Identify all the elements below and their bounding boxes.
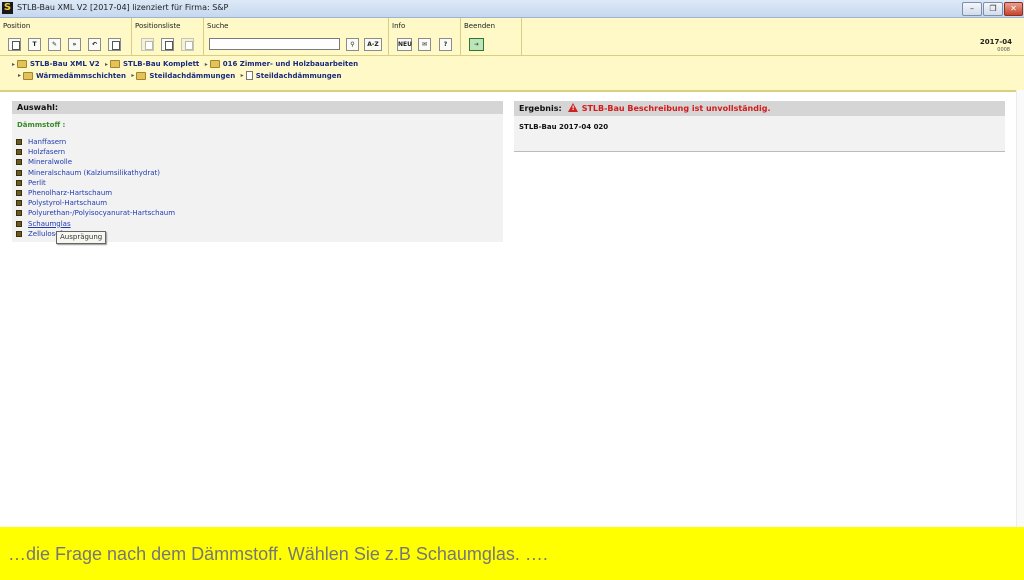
bullet-icon	[16, 159, 22, 166]
search-input[interactable]	[209, 38, 340, 50]
breadcrumb-item[interactable]: 016 Zimmer- und Holzbauarbeiten	[223, 60, 358, 68]
text-icon[interactable]: T	[28, 38, 41, 51]
caption-bar: …die Frage nach dem Dämmstoff. Wählen Si…	[0, 527, 1024, 580]
auswahl-header: Auswahl:	[12, 101, 503, 114]
ergebnis-label: Ergebnis:	[519, 104, 562, 113]
window-title: STLB-Bau XML V2 [2017-04] lizenziert für…	[17, 3, 229, 12]
bullet-icon	[16, 169, 22, 176]
list-item[interactable]: Holzfasern	[16, 147, 175, 157]
warning-icon: !	[567, 103, 578, 112]
info-group: Info NEU ✉ ?	[389, 18, 461, 55]
restore-button[interactable]: ❐	[983, 2, 1003, 16]
list-item[interactable]: Hanffasern	[16, 137, 175, 147]
ergebnis-panel: Ergebnis:! STLB-Bau Beschreibung ist unvo…	[514, 101, 1005, 152]
chevron-right-icon: ▸	[204, 60, 208, 68]
chevron-right-icon: ▸	[105, 60, 109, 68]
exit-icon[interactable]: ➜	[469, 38, 484, 51]
neu-button[interactable]: NEU	[397, 38, 412, 51]
bullet-icon	[16, 200, 22, 207]
toolbar: Position T ✎ » ↶ Positionsliste Suche ⚲ …	[0, 18, 1024, 56]
list-view-icon[interactable]	[161, 38, 174, 51]
title-bar: S STLB-Bau XML V2 [2017-04] lizenziert f…	[0, 0, 1024, 18]
bullet-icon	[16, 179, 22, 186]
az-button[interactable]: A-Z	[364, 38, 382, 51]
breadcrumb-row-2: ▸ Wärmedämmschichten ▸ Steildachdämmungen …	[18, 71, 342, 80]
new-document-icon[interactable]	[8, 38, 21, 51]
list-item[interactable]: Mineralwolle	[16, 157, 175, 167]
folder-icon	[110, 60, 121, 68]
chevron-right-icon: ▸	[18, 72, 22, 79]
warning-text: STLB-Bau Beschreibung ist unvollständig.	[581, 104, 771, 113]
list-item[interactable]: Perlit	[16, 178, 175, 188]
chevron-right-icon: ▸	[131, 72, 135, 79]
position-group: Position T ✎ » ↶	[0, 18, 132, 55]
position-group-label: Position	[3, 22, 31, 30]
tooltip: Ausprägung	[56, 231, 107, 244]
breadcrumb-item[interactable]: STLB-Bau XML V2	[30, 60, 100, 68]
beenden-group-label: Beenden	[464, 22, 496, 30]
help-icon[interactable]: ?	[439, 38, 452, 51]
copy-document-icon[interactable]	[108, 38, 121, 51]
version-sub-label: 0008	[997, 47, 1010, 53]
help-label: ?	[443, 41, 448, 48]
list-item[interactable]: Mineralschaum (Kalziumsilikathydrat)	[16, 168, 175, 178]
caption-text: …die Frage nach dem Dämmstoff. Wählen Si…	[8, 544, 548, 564]
app-icon: S	[2, 2, 13, 14]
minimize-button[interactable]: –	[962, 2, 982, 16]
az-label: A-Z	[367, 41, 379, 48]
ergebnis-value: STLB-Bau 2017-04 020	[519, 123, 609, 131]
list-item[interactable]: Polystyrol-Hartschaum	[16, 198, 175, 208]
breadcrumb: ▸ STLB-Bau XML V2 ▸ STLB-Bau Komplett ▸ 016…	[0, 56, 1024, 92]
section-title: Dämmstoff :	[17, 121, 66, 129]
list-add-icon[interactable]	[141, 38, 154, 51]
breadcrumb-item[interactable]: Steildachdämmungen	[149, 72, 235, 80]
undo-icon[interactable]: ↶	[88, 38, 101, 51]
breadcrumb-row-1: ▸ STLB-Bau XML V2 ▸ STLB-Bau Komplett ▸ 016…	[12, 60, 358, 68]
positionsliste-group: Positionsliste	[132, 18, 204, 55]
neu-label: NEU	[398, 41, 412, 48]
folder-icon	[17, 60, 28, 68]
forward-icon[interactable]: »	[68, 38, 81, 51]
positionsliste-group-label: Positionsliste	[135, 22, 181, 30]
scrollbar[interactable]	[1016, 90, 1024, 528]
suche-group-label: Suche	[207, 22, 229, 30]
list-item-schaumglas[interactable]: Schaumglas	[16, 219, 175, 229]
breadcrumb-item[interactable]: Wärmedämmschichten	[36, 72, 126, 80]
beenden-group: Beenden ➜	[461, 18, 522, 55]
mail-icon[interactable]: ✉	[418, 38, 431, 51]
bullet-icon	[16, 220, 22, 227]
bullet-icon	[16, 139, 22, 145]
folder-icon	[136, 71, 147, 80]
chevron-right-icon: ▸	[12, 60, 16, 68]
bullet-icon	[16, 189, 22, 196]
info-group-label: Info	[392, 22, 406, 30]
folder-icon	[23, 71, 34, 80]
close-button[interactable]: ✕	[1004, 2, 1023, 16]
chevron-right-icon: ▸	[240, 72, 244, 79]
binoculars-icon[interactable]: ⚲	[346, 38, 359, 51]
ergebnis-header: Ergebnis:! STLB-Bau Beschreibung ist unvo…	[514, 101, 1005, 116]
option-list: Hanffasern Holzfasern Mineralwolle Miner…	[16, 137, 175, 239]
list-item[interactable]: Polyurethan-/Polyisocyanurat-Hartschaum	[16, 208, 175, 218]
document-icon	[245, 71, 253, 80]
auswahl-panel: Auswahl: Dämmstoff : Hanffasern Holzfase…	[12, 101, 503, 242]
edit-icon[interactable]: ✎	[48, 38, 61, 51]
bullet-icon	[16, 149, 22, 156]
folder-icon	[209, 60, 220, 68]
list-export-icon[interactable]	[181, 38, 194, 51]
bullet-icon	[16, 230, 22, 237]
breadcrumb-item[interactable]: STLB-Bau Komplett	[123, 60, 199, 68]
version-label: 2017-04	[979, 38, 1012, 46]
breadcrumb-item[interactable]: Steildachdämmungen	[256, 72, 342, 80]
list-item[interactable]: Phenolharz-Hartschaum	[16, 188, 175, 198]
bullet-icon	[16, 210, 22, 217]
